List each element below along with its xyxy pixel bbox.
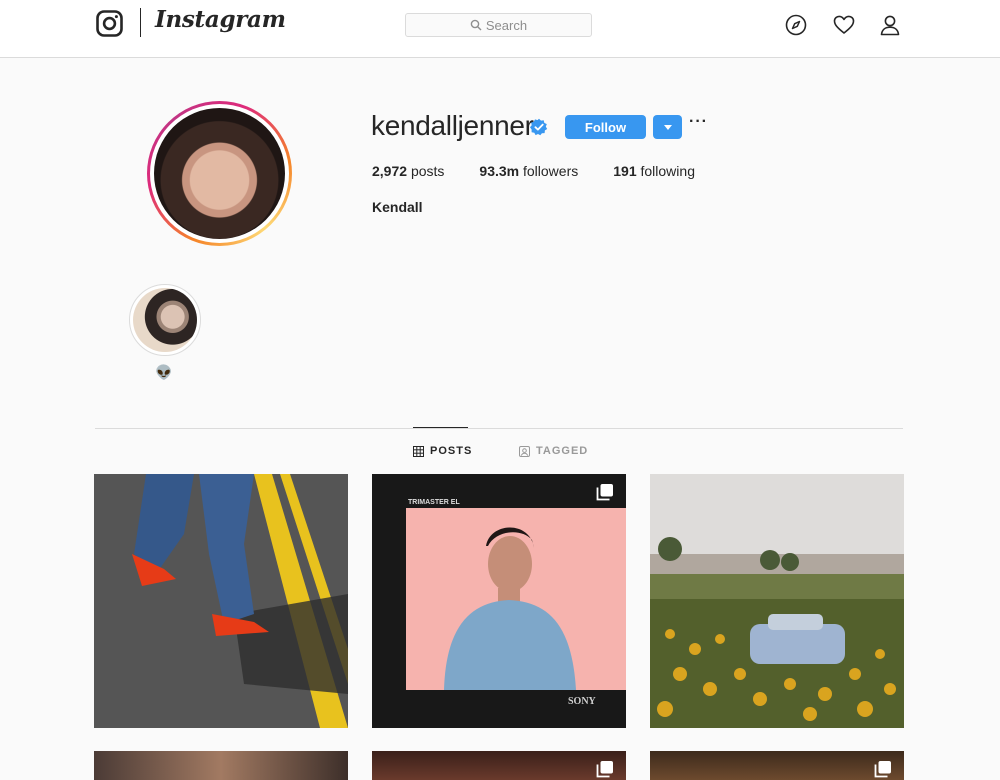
post-thumbnail[interactable]: TRIMASTER EL SONY xyxy=(372,474,626,728)
more-options-button[interactable]: ··· xyxy=(689,113,709,137)
tabs-divider xyxy=(95,428,903,429)
posts-count: 2,972 xyxy=(372,163,408,179)
followers-count: 93.3m xyxy=(479,163,520,179)
carousel-icon xyxy=(874,761,891,778)
carousel-icon xyxy=(596,761,613,778)
post-image-monitor-portrait: TRIMASTER EL SONY xyxy=(372,474,626,728)
profile-full-name: Kendall xyxy=(372,199,423,215)
instagram-camera-icon[interactable] xyxy=(96,10,123,37)
search-placeholder: Search xyxy=(485,17,528,33)
post-image-road-heels xyxy=(94,474,348,728)
post-thumbnail[interactable] xyxy=(650,751,904,780)
post-thumbnail[interactable] xyxy=(372,751,626,780)
verified-badge-icon xyxy=(530,118,548,136)
follow-button[interactable]: Follow xyxy=(565,115,646,139)
followers-label: followers xyxy=(523,163,579,179)
tab-tagged-label: TAGGED xyxy=(536,445,589,457)
heart-icon[interactable] xyxy=(833,14,855,36)
logo-divider xyxy=(140,8,141,37)
tab-posts-label: POSTS xyxy=(430,445,473,457)
active-tab-indicator xyxy=(413,427,468,428)
story-highlight[interactable] xyxy=(129,284,201,356)
highlight-cover-photo xyxy=(133,288,197,352)
grid-icon xyxy=(413,445,424,457)
search-icon xyxy=(470,19,482,31)
suggested-accounts-dropdown-button[interactable] xyxy=(653,115,682,139)
posts-label: posts xyxy=(410,163,445,179)
highlight-label: 👽 xyxy=(155,364,173,380)
carousel-icon xyxy=(596,484,613,501)
top-nav-bar: Instagram Search xyxy=(0,0,1000,58)
profile-stats: 2,972 posts 93.3m followers 191 followin… xyxy=(372,163,730,179)
following-stat[interactable]: 191 following xyxy=(613,163,695,179)
profile-avatar[interactable] xyxy=(147,101,292,246)
svg-text:TRIMASTER EL: TRIMASTER EL xyxy=(408,499,460,506)
profile-username: kendalljenner xyxy=(371,110,534,141)
following-label: following xyxy=(640,163,695,179)
avatar-photo xyxy=(154,108,285,239)
tab-posts[interactable]: POSTS xyxy=(413,445,472,457)
following-count: 191 xyxy=(613,163,637,179)
tab-tagged[interactable]: TAGGED xyxy=(519,445,588,457)
avatar-inner-ring xyxy=(150,104,289,243)
followers-stat[interactable]: 93.3m followers xyxy=(479,163,578,179)
person-icon[interactable] xyxy=(879,14,901,36)
post-thumbnail[interactable] xyxy=(650,474,904,728)
chevron-down-icon xyxy=(663,124,672,130)
instagram-wordmark[interactable]: Instagram xyxy=(155,6,286,33)
tag-icon xyxy=(519,445,530,457)
post-thumbnail[interactable] xyxy=(94,474,348,728)
search-input[interactable]: Search xyxy=(405,13,592,37)
post-thumbnail[interactable] xyxy=(94,751,348,780)
post-image-sunflower-field-car xyxy=(650,474,904,728)
posts-stat: 2,972 posts xyxy=(372,163,444,179)
compass-icon[interactable] xyxy=(785,14,807,36)
svg-text:SONY: SONY xyxy=(568,696,597,707)
